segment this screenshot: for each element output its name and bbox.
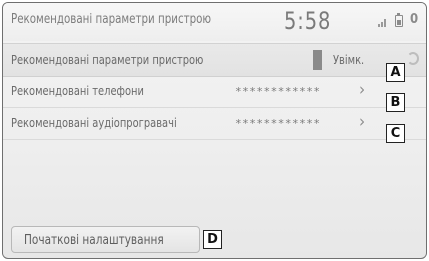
initial-settings-label: Початкові налаштування (24, 233, 164, 248)
callout-c: C (386, 124, 405, 143)
signal-icon (378, 19, 388, 27)
callout-d: D (203, 230, 222, 249)
page-title: Рекомендовані параметри пристрою (11, 12, 212, 27)
initial-settings-button[interactable]: Початкові налаштування (11, 226, 200, 253)
callout-a: A (386, 63, 405, 82)
progress-ring-icon (407, 52, 419, 65)
toggle-state: Увімк. (333, 52, 365, 67)
row-label: Рекомендовані параметри пристрою (11, 52, 204, 67)
masked-value: ************ (235, 85, 321, 98)
clock: 5:58 (284, 7, 332, 35)
row-recommended-phones[interactable]: Рекомендовані телефони ************ › (3, 75, 426, 108)
toggle-indicator (313, 50, 322, 70)
battery-icon (395, 13, 403, 27)
row-recommended-audio-players[interactable]: Рекомендовані аудіопрогравачі **********… (3, 107, 426, 140)
chevron-right-icon: › (359, 80, 366, 100)
callout-b: B (386, 93, 405, 112)
row-label: Рекомендовані аудіопрогравачі (11, 115, 177, 130)
row-device-recommendations[interactable]: Рекомендовані параметри пристрою Увімк. (3, 43, 426, 77)
row-label: Рекомендовані телефони (11, 83, 144, 98)
battery-count: 0 (410, 12, 419, 27)
masked-value: ************ (235, 117, 321, 130)
header-bar: Рекомендовані параметри пристрою 5:58 0 (3, 3, 426, 41)
chevron-right-icon: › (359, 112, 366, 132)
device-screen: Рекомендовані параметри пристрою 5:58 0 … (2, 2, 427, 259)
